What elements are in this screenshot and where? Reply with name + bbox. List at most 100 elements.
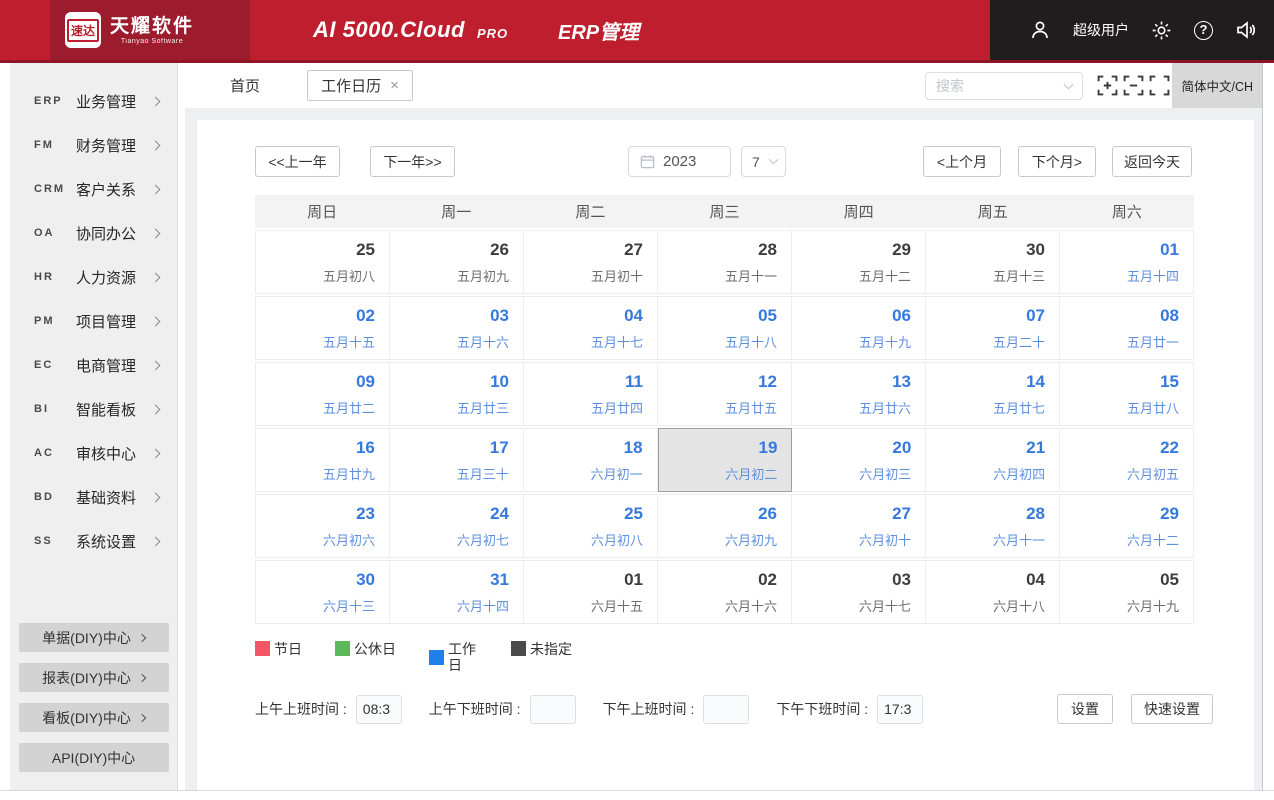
calendar-day-cell[interactable]: 13五月廿六	[792, 362, 926, 426]
calendar-day-cell[interactable]: 25六月初八	[524, 494, 658, 558]
calendar-day-cell[interactable]: 01五月十四	[1060, 230, 1194, 294]
next-month-button[interactable]: 下个月>	[1018, 146, 1096, 177]
calendar-day-cell[interactable]: 21六月初四	[926, 428, 1060, 492]
sidebar-item-bi[interactable]: BI智能看板	[10, 387, 177, 431]
calendar-day-cell[interactable]: 01六月十五	[524, 560, 658, 624]
lunar-date: 六月十九	[1060, 596, 1179, 615]
diy-button[interactable]: 看板(DIY)中心	[19, 703, 169, 732]
calendar-day-cell[interactable]: 19六月初二	[658, 428, 793, 492]
speaker-icon[interactable]	[1234, 18, 1258, 42]
chevron-down-icon[interactable]	[1064, 79, 1074, 89]
horizontal-scrollbar[interactable]	[0, 790, 1274, 800]
sidebar-item-ac[interactable]: AC审核中心	[10, 431, 177, 475]
calendar-day-cell[interactable]: 26五月初九	[390, 230, 524, 294]
calendar-day-cell[interactable]: 15五月廿八	[1060, 362, 1194, 426]
calendar-day-cell[interactable]: 09五月廿二	[255, 362, 390, 426]
settings-button[interactable]: 设置	[1057, 694, 1113, 724]
calendar-day-cell[interactable]: 14五月廿七	[926, 362, 1060, 426]
lunar-date: 五月初十	[524, 266, 643, 285]
next-year-button[interactable]: 下一年>>	[370, 146, 455, 177]
sidebar-item-ss[interactable]: SS系统设置	[10, 519, 177, 563]
diy-button[interactable]: 单据(DIY)中心	[19, 623, 169, 652]
calendar-day-cell[interactable]: 30六月十三	[255, 560, 390, 624]
calendar-day-cell[interactable]: 11五月廿四	[524, 362, 658, 426]
search-input[interactable]	[936, 78, 1065, 94]
tab-home[interactable]: 首页	[230, 63, 260, 108]
calendar-day-cell[interactable]: 24六月初七	[390, 494, 524, 558]
sidebar-item-oa[interactable]: OA协同办公	[10, 211, 177, 255]
year-value: 2023	[663, 153, 696, 170]
sidebar-item-bd[interactable]: BD基础资料	[10, 475, 177, 519]
diy-button[interactable]: API(DIY)中心	[19, 743, 169, 772]
calendar-day-cell[interactable]: 12五月廿五	[658, 362, 792, 426]
calendar-day-cell[interactable]: 03五月十六	[390, 296, 524, 360]
day-number: 25	[524, 503, 643, 524]
morning-end-input[interactable]	[530, 695, 576, 724]
calendar-day-cell[interactable]: 29六月十二	[1060, 494, 1194, 558]
language-toggle[interactable]: 简体中文/CH	[1172, 63, 1262, 108]
lunar-date: 六月十五	[524, 596, 643, 615]
chevron-right-icon	[151, 96, 161, 106]
lunar-date: 五月十八	[658, 332, 777, 351]
calendar-day-cell[interactable]: 25五月初八	[255, 230, 390, 294]
quick-settings-button[interactable]: 快速设置	[1131, 694, 1213, 724]
gear-icon[interactable]	[1150, 19, 1173, 42]
calendar-day-cell[interactable]: 04五月十七	[524, 296, 658, 360]
sidebar-item-ec[interactable]: EC电商管理	[10, 343, 177, 387]
today-button[interactable]: 返回今天	[1112, 146, 1192, 177]
user-icon[interactable]	[1028, 18, 1052, 42]
zoom-in-icon[interactable]	[1097, 75, 1118, 96]
diy-button[interactable]: 报表(DIY)中心	[19, 663, 169, 692]
lunar-date: 六月十六	[658, 596, 777, 615]
calendar-day-cell[interactable]: 28五月十一	[658, 230, 792, 294]
calendar-day-cell[interactable]: 27五月初十	[524, 230, 658, 294]
help-icon[interactable]: ?	[1194, 21, 1213, 40]
username-label[interactable]: 超级用户	[1073, 20, 1129, 40]
day-number: 29	[792, 239, 911, 260]
tab-work-calendar[interactable]: 工作日历 ×	[307, 70, 413, 101]
sidebar-item-crm[interactable]: CRM客户关系	[10, 167, 177, 211]
fullscreen-icon[interactable]	[1149, 75, 1170, 96]
sidebar-item-fm[interactable]: FM财务管理	[10, 123, 177, 167]
zoom-out-icon[interactable]	[1123, 75, 1144, 96]
month-select[interactable]: 7	[741, 146, 786, 177]
sidebar-item-hr[interactable]: HR人力资源	[10, 255, 177, 299]
brand-logo-icon: 速达	[65, 12, 101, 48]
calendar-day-cell[interactable]: 08五月廿一	[1060, 296, 1194, 360]
calendar-day-cell[interactable]: 23六月初六	[255, 494, 390, 558]
calendar-day-cell[interactable]: 16五月廿九	[255, 428, 390, 492]
calendar-day-cell[interactable]: 30五月十三	[926, 230, 1060, 294]
morning-start-input[interactable]	[356, 695, 402, 724]
calendar-day-cell[interactable]: 02六月十六	[658, 560, 792, 624]
calendar-day-cell[interactable]: 06五月十九	[792, 296, 926, 360]
calendar-day-cell[interactable]: 26六月初九	[658, 494, 792, 558]
calendar-day-cell[interactable]: 03六月十七	[792, 560, 926, 624]
calendar-day-cell[interactable]: 22六月初五	[1060, 428, 1194, 492]
legend-swatch	[335, 641, 350, 656]
module-title: ERP管理	[558, 0, 639, 60]
year-picker[interactable]: 2023	[628, 146, 731, 177]
main-area: 首页 工作日历 ×	[185, 63, 1262, 790]
afternoon-end-input[interactable]	[877, 695, 923, 724]
sidebar-item-pm[interactable]: PM项目管理	[10, 299, 177, 343]
calendar-day-cell[interactable]: 28六月十一	[926, 494, 1060, 558]
sidebar-item-erp[interactable]: ERP业务管理	[10, 79, 177, 123]
calendar-day-cell[interactable]: 18六月初一	[524, 428, 658, 492]
calendar-day-cell[interactable]: 10五月廿三	[390, 362, 524, 426]
calendar-day-cell[interactable]: 04六月十八	[926, 560, 1060, 624]
lunar-date: 五月十五	[256, 332, 375, 351]
calendar-day-cell[interactable]: 05五月十八	[658, 296, 792, 360]
tab-close-icon[interactable]: ×	[390, 77, 399, 94]
prev-year-button[interactable]: <<上一年	[255, 146, 340, 177]
calendar-day-cell[interactable]: 05六月十九	[1060, 560, 1194, 624]
prev-month-button[interactable]: <上个月	[923, 146, 1001, 177]
vertical-scrollbar[interactable]	[1262, 63, 1274, 790]
calendar-day-cell[interactable]: 31六月十四	[390, 560, 524, 624]
calendar-day-cell[interactable]: 07五月二十	[926, 296, 1060, 360]
calendar-day-cell[interactable]: 02五月十五	[255, 296, 390, 360]
calendar-day-cell[interactable]: 27六月初十	[792, 494, 926, 558]
calendar-day-cell[interactable]: 29五月十二	[792, 230, 926, 294]
calendar-day-cell[interactable]: 17五月三十	[390, 428, 524, 492]
afternoon-start-input[interactable]	[703, 695, 749, 724]
calendar-day-cell[interactable]: 20六月初三	[792, 428, 926, 492]
